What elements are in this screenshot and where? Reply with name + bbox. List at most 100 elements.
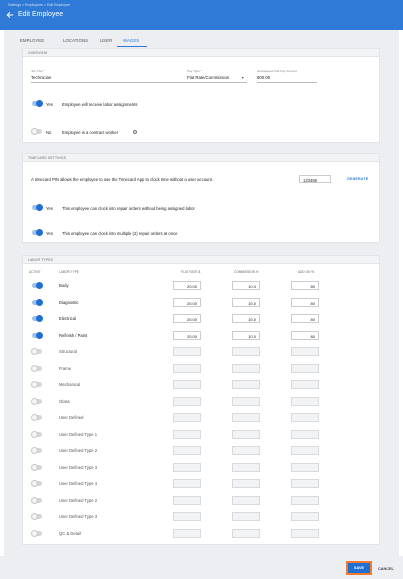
flat-rate-input-value: 20.00: [186, 300, 197, 306]
info-icon[interactable]: i: [133, 130, 137, 134]
add-on-input: [291, 446, 319, 455]
col-active: ACTIVE: [29, 270, 41, 274]
col-flat-rate: FLAT RATE $: [181, 270, 201, 274]
add-on-input: [291, 462, 319, 472]
commission-input[interactable]: 10.0: [232, 330, 260, 340]
save-button[interactable]: SAVE: [346, 561, 372, 575]
breadcrumb[interactable]: Settings > Employees > Edit Employee: [8, 3, 70, 7]
flat-rate-input: [173, 347, 201, 356]
flat-rate-input[interactable]: 20.00: [173, 297, 201, 307]
labor-active-toggle[interactable]: [31, 463, 42, 471]
flat-rate-input: [173, 512, 201, 521]
labor-active-toggle[interactable]: [32, 298, 43, 306]
generate-button[interactable]: GENERATE: [347, 177, 368, 181]
flat-rate-input[interactable]: 20.00: [173, 314, 201, 323]
contract-worker-toggle[interactable]: [31, 128, 42, 135]
add-on-input-value: 80: [310, 284, 315, 289]
labor-active-toggle[interactable]: [32, 331, 43, 339]
cancel-button[interactable]: CANCEL: [378, 567, 394, 571]
repair-orders-text: This employee can clock into repair orde…: [62, 206, 195, 211]
labor-type-name: Frame: [59, 365, 72, 371]
timecard-card: TIMECARD SETTINGS A timecard PIN allows …: [22, 153, 380, 243]
commission-input: [232, 495, 260, 505]
flat-rate-input[interactable]: 20.00: [173, 330, 201, 340]
add-on-input[interactable]: 80: [291, 297, 319, 307]
commission-input[interactable]: 10.0: [232, 281, 260, 290]
labor-active-toggle[interactable]: [31, 513, 42, 520]
labor-row: Glass: [23, 394, 379, 410]
labor-assignments-toggle[interactable]: [32, 100, 43, 107]
back-arrow-icon[interactable]: [6, 11, 14, 19]
repair-orders-toggle[interactable]: [32, 204, 43, 211]
add-on-input-value: 80: [310, 317, 315, 322]
labor-active-toggle[interactable]: [31, 480, 42, 487]
commission-input: [232, 413, 260, 422]
multiple-orders-text: This employee can clock into multiple (2…: [62, 231, 178, 236]
labor-type-name: User Defined Type 1: [59, 431, 98, 437]
commission-input: [232, 528, 260, 538]
labor-active-toggle[interactable]: [31, 447, 42, 454]
contract-toggle-state: No: [46, 130, 52, 135]
tab-locations[interactable]: LOCATIONS: [63, 38, 88, 43]
overview-card: OVERVIEW Job Title * Technician Pay Type…: [22, 48, 380, 143]
add-on-input: [291, 396, 319, 406]
job-title-field[interactable]: Technician: [31, 75, 51, 80]
commission-input: [232, 347, 260, 356]
pay-amount-label: Guaranteed Flat Pay Amount: [257, 69, 297, 73]
flat-rate-input[interactable]: 20.00: [173, 281, 201, 290]
labor-header: LABOR TYPES: [23, 256, 379, 264]
labor-type-name: Diagnostic: [59, 299, 79, 305]
labor-active-toggle[interactable]: [31, 348, 42, 355]
labor-active-toggle[interactable]: [31, 496, 42, 504]
add-on-input[interactable]: 80: [291, 330, 319, 340]
job-title-label: Job Title *: [31, 69, 45, 73]
add-on-input: [291, 495, 319, 505]
labor-row: User Defined Type 3: [23, 460, 379, 476]
pay-type-select[interactable]: Flat Rate/Commission: [187, 75, 229, 80]
overview-header: OVERVIEW: [23, 49, 379, 57]
commission-input-value: 10.0: [248, 317, 256, 322]
commission-input: [232, 446, 260, 455]
flat-rate-input: [173, 380, 201, 389]
labor-active-toggle[interactable]: [32, 315, 43, 322]
pay-amount-field[interactable]: 800.00: [257, 75, 270, 80]
labor-active-toggle[interactable]: [31, 430, 42, 438]
labor-row: User Defined Type 3: [23, 509, 379, 525]
labor-active-toggle[interactable]: [31, 397, 42, 405]
add-on-input: [291, 363, 319, 373]
commission-input[interactable]: 10.0: [232, 314, 260, 323]
labor-row: QC & Detail: [23, 526, 379, 542]
commission-input: [232, 462, 260, 472]
commission-input[interactable]: 10.0: [232, 297, 260, 307]
labor-type-name: User Defined Type 3: [59, 464, 98, 470]
labor-active-toggle[interactable]: [31, 529, 42, 537]
flat-rate-input: [173, 462, 201, 472]
labor-type-name: Structural: [59, 349, 77, 354]
add-on-input[interactable]: 80: [291, 281, 319, 290]
labor-row: Mechanical: [23, 377, 379, 393]
flat-rate-input: [173, 446, 201, 455]
labor-type-name: Glass: [59, 398, 70, 404]
tab-wages[interactable]: WAGES: [123, 38, 139, 43]
labor-row: User Defined Type 4: [23, 476, 379, 492]
multiple-orders-toggle[interactable]: [32, 229, 43, 236]
labor-type-name: Electrical: [59, 316, 76, 321]
labor-active-toggle[interactable]: [31, 381, 42, 388]
pay-amount-underline: [257, 82, 317, 83]
labor-active-toggle[interactable]: [32, 282, 43, 289]
add-on-input[interactable]: 80: [291, 314, 319, 323]
commission-input: [232, 512, 260, 521]
add-on-input-value: 80: [310, 300, 315, 306]
tab-user[interactable]: USER: [100, 38, 112, 43]
add-on-input: [291, 380, 319, 389]
chevron-down-icon[interactable]: ▼: [241, 76, 244, 80]
labor-row: Body 20.00 10.0 80: [23, 278, 379, 294]
pin-input[interactable]: 123456: [299, 175, 331, 183]
labor-type-name: Body: [59, 283, 69, 288]
labor-active-toggle[interactable]: [31, 414, 42, 421]
add-on-input: [291, 413, 319, 422]
add-on-input: [291, 479, 319, 488]
tab-employee[interactable]: EMPLOYEE: [20, 38, 44, 43]
commission-input: [232, 380, 260, 389]
labor-active-toggle[interactable]: [31, 364, 42, 372]
